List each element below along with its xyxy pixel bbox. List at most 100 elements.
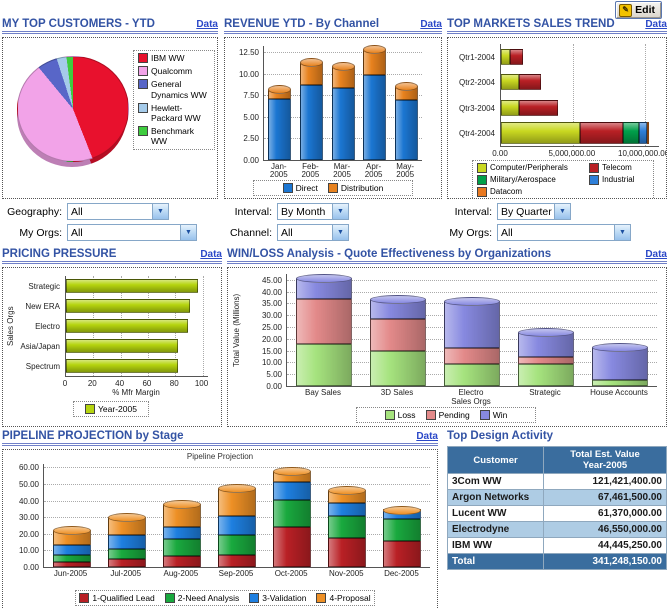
y-tick-label: 2.50 <box>243 134 259 144</box>
y-tick-label: 40.00 <box>261 287 282 297</box>
bar <box>328 464 367 567</box>
category-label: May-2005 <box>396 162 415 179</box>
pricing-chart: 0 20 40 60 80 100 Sales Orgs Strategic New ERA El… <box>2 267 222 427</box>
chart-legend: Year-2005 <box>73 401 149 417</box>
bar-top-cap <box>296 273 352 283</box>
x-axis-label: % Mfr Margin <box>112 388 160 397</box>
bar-segment <box>328 537 367 567</box>
interval-value: By Quarter <box>501 205 552 218</box>
my-orgs-label: My Orgs: <box>449 226 492 239</box>
y-tick-label: 40.00 <box>18 496 39 506</box>
category-label: Jul-2005 <box>110 569 142 578</box>
bar-segment <box>66 279 199 293</box>
customer-cell: 3Com WW <box>447 473 544 490</box>
bar-segment <box>66 299 191 313</box>
bar <box>66 299 208 313</box>
bar <box>52 464 91 567</box>
bar-segment <box>273 482 312 500</box>
category-label: New ERA <box>25 302 60 311</box>
interval-select[interactable]: By Month ▼ <box>277 203 349 220</box>
legend-swatch-icon <box>589 163 599 173</box>
bar-segment <box>107 558 146 567</box>
category-label: Asia/Japan <box>20 342 60 351</box>
bar-segment <box>299 84 323 160</box>
bar <box>268 46 292 160</box>
legend-item: IBM WW <box>138 53 185 63</box>
legend-swatch-icon <box>477 175 487 185</box>
legend-label: Direct <box>295 183 318 193</box>
data-link-pricing[interactable]: Data <box>200 249 222 260</box>
edit-icon: ✎ <box>619 3 633 17</box>
value-cell: 121,421,400.00 <box>543 473 667 490</box>
bar <box>501 48 659 65</box>
bar-top-cap <box>363 44 387 54</box>
my-orgs-select[interactable]: All ▼ <box>67 224 197 241</box>
data-link-markets[interactable]: Data <box>645 19 667 30</box>
bar-segment <box>580 122 624 145</box>
category-label: Aug-2005 <box>163 569 199 578</box>
bar-top-cap <box>370 294 426 304</box>
legend-swatch-icon <box>316 593 327 603</box>
y-tick-label: 0.00 <box>266 382 282 391</box>
y-tick-label: 12.50 <box>238 48 259 58</box>
y-tick-label: 5.00 <box>266 370 282 380</box>
legend-item: 2-Need Analysis <box>164 593 239 603</box>
category-label: 3D Sales <box>380 388 414 397</box>
legend-swatch-icon <box>384 410 395 420</box>
my-orgs-value: All <box>71 226 83 239</box>
bar-segment <box>52 562 91 567</box>
interval-select[interactable]: By Quarter ▼ <box>497 203 571 220</box>
legend-item: Win <box>479 410 507 420</box>
data-link-pipeline[interactable]: Data <box>416 431 438 442</box>
legend-label: Benchmark WW <box>151 126 194 147</box>
legend-item: Industrial <box>589 175 651 185</box>
customer-cell: IBM WW <box>447 537 544 554</box>
legend-label: Pending <box>438 410 470 420</box>
my-orgs-select[interactable]: All ▼ <box>497 224 631 241</box>
legend-item: 3-Validation <box>249 593 306 603</box>
data-link-winloss[interactable]: Data <box>645 249 667 260</box>
category-label: Nov-2005 <box>328 569 364 578</box>
category-label: Spectrum <box>25 362 60 371</box>
legend-item: Benchmark WW <box>138 126 210 146</box>
legend-label: 1-Qualified Lead <box>92 593 155 603</box>
bar <box>394 46 418 160</box>
geography-label: Geography: <box>7 205 62 218</box>
panel-top-design: Top Design Activity Customer Total Est. V… <box>447 428 667 570</box>
bar <box>162 464 201 567</box>
bar-segment <box>107 548 146 559</box>
legend-swatch-icon <box>589 175 599 185</box>
panel-title: MY TOP CUSTOMERS - YTD <box>2 18 155 30</box>
plot-area <box>43 464 430 568</box>
panel-title: TOP MARKETS SALES TREND <box>447 18 615 30</box>
geography-select[interactable]: All ▼ <box>67 203 169 220</box>
panel-pipeline: PIPELINE PROJECTION by Stage Data Pipeli… <box>2 428 438 609</box>
bar-segment <box>268 98 292 160</box>
bar-segment <box>66 319 188 333</box>
legend-item: 1-Qualified Lead <box>79 593 155 603</box>
bar-segment <box>383 541 422 567</box>
panel-title: Top Design Activity <box>447 430 554 442</box>
markets-chart: 0.00 5,000,000.00 10,000,000.00 Qtr1-2004 Qt… <box>447 37 667 199</box>
legend-label: Year-2005 <box>98 404 137 414</box>
table-header-cell: Customer <box>447 446 544 474</box>
bar <box>444 274 500 386</box>
channel-select[interactable]: All ▼ <box>277 224 349 241</box>
category-label: Strategic <box>28 282 60 291</box>
bar-segment <box>162 538 201 557</box>
chart-legend: 1-Qualified Lead 2-Need Analysis 3-Validat… <box>75 590 375 606</box>
bar-segment <box>66 359 178 373</box>
x-tick-label: 10,000,000.00 <box>618 149 667 158</box>
data-link-revenue[interactable]: Data <box>420 19 442 30</box>
channel-value: All <box>281 226 293 239</box>
category-label: Mar-2005 <box>333 162 351 179</box>
legend-item: General Dynamics WW <box>138 79 210 100</box>
data-link-top-customers[interactable]: Data <box>196 19 218 30</box>
pipeline-chart: Pipeline Projection 0.00 10.00 20.00 30.00 40… <box>2 449 438 609</box>
bar <box>299 46 323 160</box>
category-label: Qtr1-2004 <box>458 52 495 62</box>
bar-top-cap <box>52 525 91 535</box>
winloss-chart: 0.00 5.00 10.00 15.00 20.00 25.00 30.00 35.00 40… <box>227 267 667 427</box>
interval-value: By Month <box>281 205 326 218</box>
revenue-chart: 0.00 2.50 5.00 7.50 10.00 12.50 Jan-2005 Feb-20… <box>224 37 442 199</box>
